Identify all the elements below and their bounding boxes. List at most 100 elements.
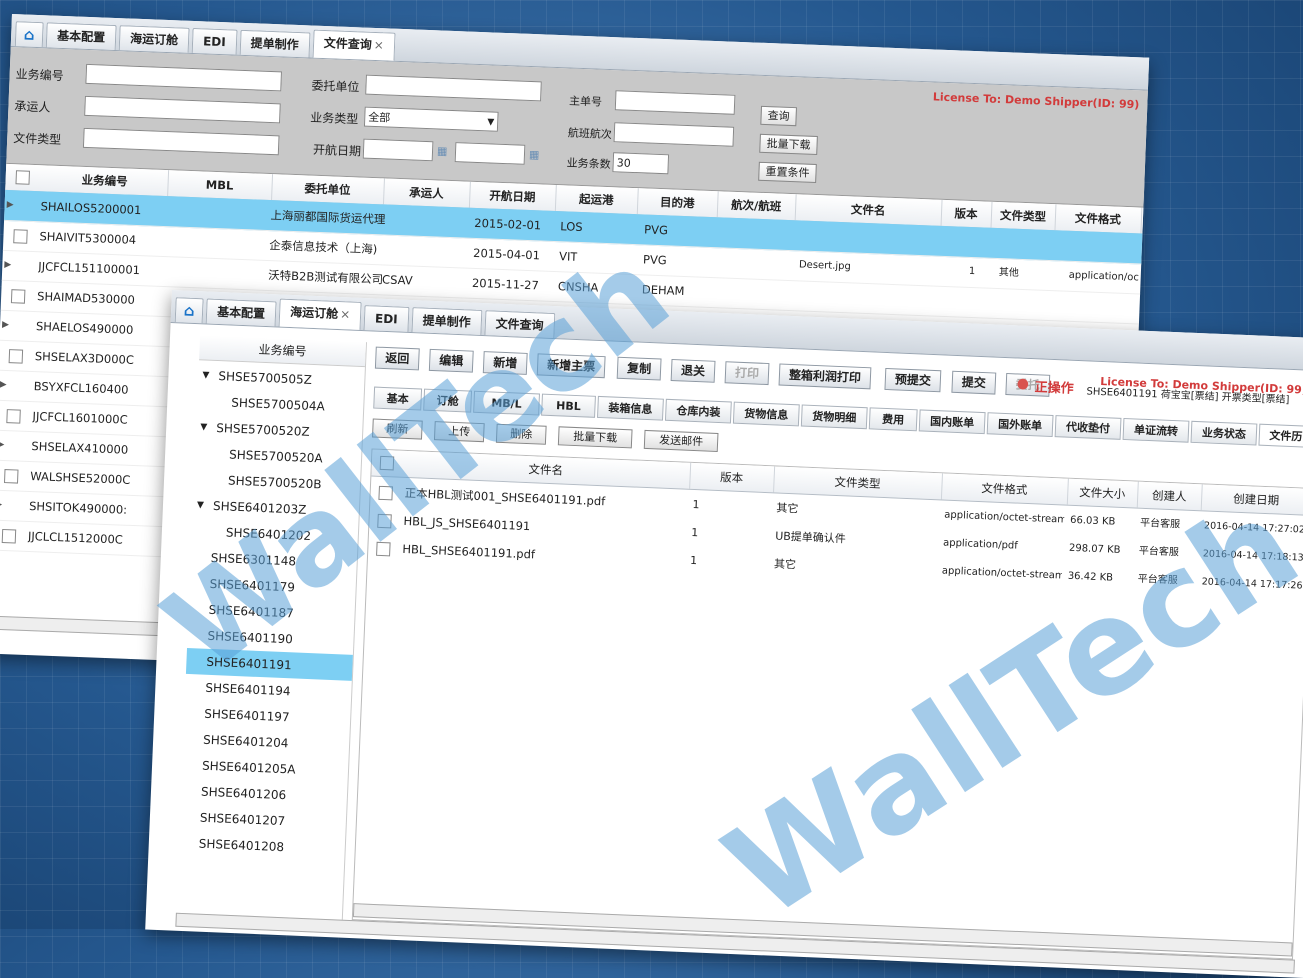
col-header[interactable]: 开航日期 bbox=[468, 181, 557, 212]
toolbar-button[interactable]: 预提交 bbox=[884, 367, 942, 393]
file-action-button[interactable]: 批量下载 bbox=[557, 426, 633, 449]
toolbar-button[interactable]: 返回 bbox=[374, 346, 420, 371]
expand-down-icon[interactable]: ▼ bbox=[200, 414, 208, 440]
col-header[interactable]: 文件大小 bbox=[1066, 478, 1139, 508]
biz-no-input[interactable] bbox=[85, 63, 282, 92]
expand-arrow-icon[interactable]: ▶ bbox=[1, 310, 9, 340]
detail-tab[interactable]: 装箱信息 bbox=[597, 395, 664, 421]
row-checkbox[interactable] bbox=[3, 469, 19, 484]
toolbar-button[interactable]: 退关 bbox=[670, 358, 716, 383]
reset-button[interactable]: 重置条件 bbox=[758, 161, 817, 183]
expand-down-icon[interactable]: ▼ bbox=[202, 362, 210, 388]
cell-no: SHAIVIT5300004 bbox=[39, 229, 137, 247]
expand-arrow-icon[interactable]: ▶ bbox=[0, 490, 3, 520]
detail-tab[interactable]: 货物信息 bbox=[732, 401, 800, 427]
row-checkbox[interactable] bbox=[8, 349, 24, 364]
file-action-button[interactable]: 刷新 bbox=[371, 418, 423, 440]
row-checkbox[interactable] bbox=[376, 541, 391, 557]
col-header[interactable]: 版本 bbox=[689, 462, 776, 493]
expand-down-icon[interactable]: ▼ bbox=[196, 492, 204, 518]
client-input[interactable] bbox=[365, 74, 542, 102]
col-header[interactable]: 航次/航班 bbox=[716, 191, 797, 221]
file-action-button[interactable]: 发送邮件 bbox=[643, 429, 719, 452]
tree-item[interactable]: SHSE6401208 bbox=[178, 830, 345, 863]
col-header[interactable]: MBL bbox=[167, 170, 274, 201]
detail-tab[interactable]: 仓库内装 bbox=[664, 398, 732, 424]
detail-tab[interactable]: HBL bbox=[541, 393, 596, 418]
batch-download-button[interactable]: 批量下载 bbox=[759, 133, 818, 156]
row-checkbox[interactable] bbox=[377, 513, 392, 529]
toolbar-button[interactable]: 编辑 bbox=[428, 348, 474, 373]
detail-tab[interactable]: 基本 bbox=[373, 386, 423, 411]
toolbar-button[interactable]: 整箱利润打印 bbox=[778, 363, 872, 390]
tab-basic-config[interactable]: 基本配置 bbox=[45, 22, 117, 51]
detail-tab[interactable]: 货物明细 bbox=[800, 404, 868, 430]
toolbar-button[interactable]: 提交 bbox=[951, 370, 997, 395]
expand-arrow-icon[interactable]: ▶ bbox=[0, 430, 5, 460]
tab-edi[interactable]: EDI bbox=[363, 305, 410, 332]
tab-basic-config[interactable]: 基本配置 bbox=[205, 298, 277, 327]
cell-no: SHSELAX3D000C bbox=[34, 349, 135, 367]
detail-tab[interactable]: 订舱 bbox=[423, 388, 473, 413]
tab-ocean-booking-label: 海运订舱 bbox=[289, 304, 339, 321]
sail-date-to-input[interactable] bbox=[454, 142, 526, 165]
tab-ocean-booking[interactable]: 海运订舱× bbox=[278, 298, 362, 330]
close-icon[interactable]: × bbox=[340, 307, 351, 321]
col-header[interactable]: 创建人 bbox=[1136, 481, 1203, 511]
count-input[interactable]: 30 bbox=[612, 152, 670, 175]
tab-bl-making[interactable]: 提单制作 bbox=[239, 29, 311, 58]
detail-tab[interactable]: 国外账单 bbox=[986, 412, 1054, 438]
file-action-button[interactable]: 上传 bbox=[433, 421, 485, 443]
col-header[interactable]: 起运港 bbox=[554, 185, 639, 215]
carrier-input[interactable] bbox=[84, 95, 281, 124]
tab-file-query[interactable]: 文件查询× bbox=[312, 29, 396, 61]
master-no-input[interactable] bbox=[614, 90, 736, 115]
detail-tab[interactable]: MB/L bbox=[473, 390, 540, 416]
col-header[interactable]: 版本 bbox=[940, 199, 993, 228]
expand-arrow-icon[interactable]: ▶ bbox=[4, 250, 12, 280]
select-all-checkbox[interactable] bbox=[15, 170, 30, 185]
select-all-checkbox[interactable] bbox=[379, 455, 395, 471]
home-icon[interactable]: ⌂ bbox=[14, 21, 44, 48]
detail-tab[interactable]: 业务状态 bbox=[1190, 420, 1258, 446]
col-header[interactable]: 创建日期 bbox=[1200, 484, 1303, 515]
row-checkbox[interactable] bbox=[6, 409, 21, 424]
col-header[interactable]: 文件格式 bbox=[940, 473, 1069, 505]
row-checkbox[interactable] bbox=[1, 529, 17, 544]
detail-tab[interactable]: 费用 bbox=[868, 407, 918, 432]
detail-tab[interactable]: 国内账单 bbox=[918, 409, 986, 435]
detail-tab[interactable]: 文件历 bbox=[1258, 423, 1303, 448]
toolbar-button[interactable]: 复制 bbox=[616, 356, 662, 381]
toolbar-button[interactable]: 打印 bbox=[724, 361, 770, 386]
tab-bl-making[interactable]: 提单制作 bbox=[411, 307, 483, 335]
doc-type-input[interactable] bbox=[82, 127, 280, 156]
expand-arrow-icon[interactable]: ▶ bbox=[6, 190, 14, 220]
detail-tab[interactable]: 代收垫付 bbox=[1054, 415, 1122, 440]
home-icon[interactable]: ⌂ bbox=[174, 297, 204, 324]
row-checkbox[interactable] bbox=[378, 485, 393, 501]
file-action-button[interactable]: 删除 bbox=[495, 423, 547, 445]
tab-ocean-booking[interactable]: 海运订舱 bbox=[118, 25, 190, 53]
row-checkbox[interactable] bbox=[10, 289, 26, 304]
query-button[interactable]: 查询 bbox=[760, 105, 798, 127]
cell-ver: 1 bbox=[968, 265, 976, 278]
biz-type-select[interactable]: 全部 ▼ bbox=[363, 106, 499, 132]
col-header[interactable]: 目的港 bbox=[636, 188, 719, 218]
tree-item-label: SHSE5700520B bbox=[227, 473, 322, 492]
voyage-input[interactable] bbox=[613, 122, 735, 147]
tab-file-query[interactable]: 文件查询 bbox=[484, 310, 556, 339]
calendar-icon[interactable]: ▦ bbox=[529, 148, 540, 161]
col-header[interactable]: 文件格式 bbox=[1054, 204, 1143, 234]
calendar-icon[interactable]: ▦ bbox=[437, 144, 448, 157]
toolbar-button[interactable]: 新增主票 bbox=[536, 353, 606, 379]
col-header[interactable]: 承运人 bbox=[382, 178, 471, 208]
col-header[interactable]: 文件类型 bbox=[990, 201, 1057, 231]
sail-date-from-input[interactable] bbox=[362, 138, 434, 162]
cell-date: 2015-02-01 bbox=[474, 215, 542, 233]
expand-arrow-icon[interactable]: ▶ bbox=[0, 370, 7, 400]
row-checkbox[interactable] bbox=[13, 229, 28, 244]
detail-tab[interactable]: 单证流转 bbox=[1122, 417, 1190, 443]
close-icon[interactable]: × bbox=[373, 38, 384, 52]
tab-edi[interactable]: EDI bbox=[191, 27, 238, 55]
toolbar-button[interactable]: 新增 bbox=[482, 351, 528, 375]
